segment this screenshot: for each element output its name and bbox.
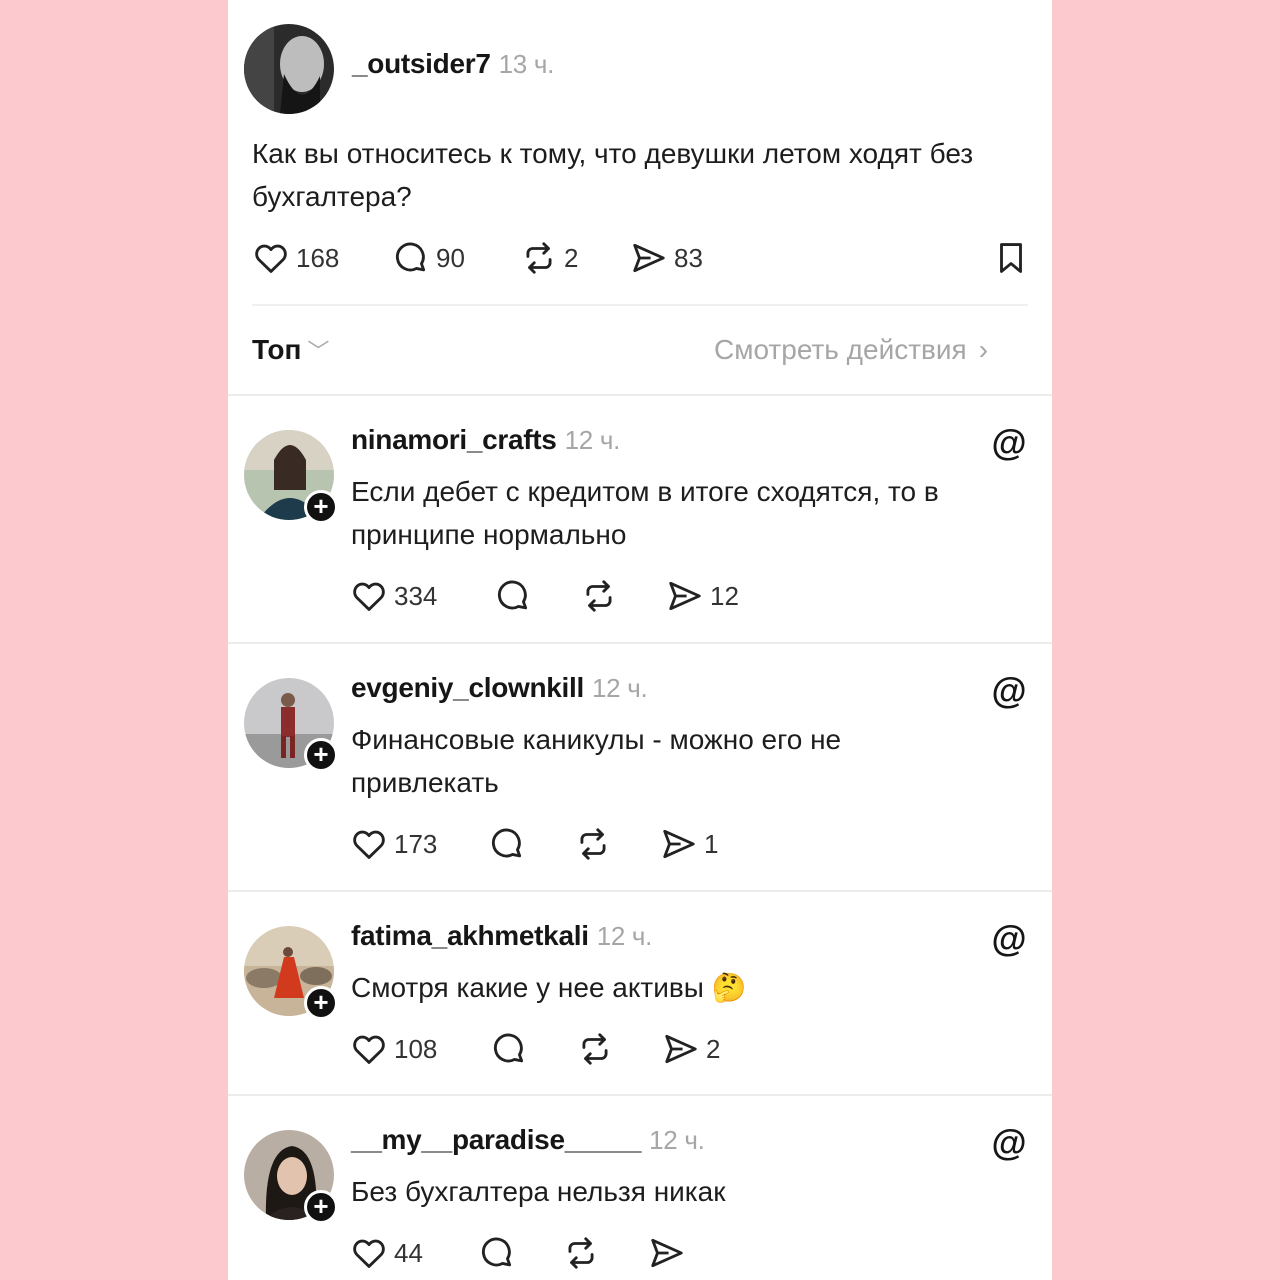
reply-divider [228, 890, 1052, 892]
comment-icon [493, 1033, 524, 1063]
comment-button[interactable] [488, 824, 526, 864]
repost-button[interactable] [576, 1029, 614, 1069]
share-icon [651, 1238, 683, 1268]
reply-actions: 173 1 [350, 824, 950, 864]
like-count: 108 [394, 1033, 438, 1064]
heart-icon [353, 1239, 385, 1268]
like-count: 44 [394, 1237, 423, 1268]
share-count: 1 [704, 828, 719, 859]
share-button[interactable]: 1 [660, 824, 718, 864]
heart-icon [353, 582, 385, 611]
repost-button[interactable]: 2 [520, 238, 578, 278]
reply-time: 12 ч. [564, 425, 621, 455]
section-divider [228, 394, 1052, 396]
repost-icon [568, 1237, 594, 1269]
reply-actions: 44 [350, 1233, 950, 1273]
sort-label: Топ [252, 334, 302, 365]
username-text[interactable]: __my__paradise_____ [351, 1124, 641, 1155]
heart-icon [353, 1035, 385, 1064]
reply-divider [228, 1094, 1052, 1096]
repost-icon [526, 242, 552, 274]
like-button[interactable]: 44 [350, 1233, 423, 1273]
username-text[interactable]: evgeniy_clownkill [351, 672, 584, 703]
repost-icon [586, 580, 612, 612]
threads-icon[interactable]: @ [990, 920, 1028, 958]
heart-icon [255, 244, 287, 273]
reply-actions: 334 12 [350, 576, 950, 616]
avatar-outsider7[interactable] [244, 24, 334, 114]
comment-icon [497, 580, 528, 610]
like-button[interactable]: 108 [350, 1029, 437, 1069]
reply-text: Без бухгалтера нельзя никак [351, 1176, 726, 1207]
username-text[interactable]: fatima_akhmetkali [351, 920, 589, 951]
bookmark-icon [1000, 243, 1022, 273]
like-count: 168 [296, 242, 340, 273]
repost-button[interactable] [580, 576, 618, 616]
threads-icon[interactable]: @ [990, 672, 1028, 710]
thread-panel: _outsider7 13 ч. Как вы относитесь к тому… [228, 0, 1052, 1280]
share-count: 2 [706, 1033, 721, 1064]
threads-icon[interactable]: @ [990, 424, 1028, 462]
reply-actions: 108 2 [350, 1029, 950, 1069]
comment-button[interactable] [478, 1233, 516, 1273]
share-icon [665, 1034, 697, 1064]
repost-icon [580, 828, 606, 860]
comment-button[interactable] [490, 1029, 528, 1069]
repost-icon [582, 1033, 608, 1065]
view-activity-label: Смотреть действия [714, 334, 967, 365]
reply-text: Смотря какие у нее активы 🤔 [351, 972, 747, 1003]
comment-button[interactable] [494, 576, 532, 616]
share-count: 12 [710, 580, 739, 611]
reply-divider [228, 642, 1052, 644]
sort-dropdown[interactable]: Топ ﹀ [252, 334, 329, 366]
chevron-right-icon: › [978, 334, 989, 365]
follow-plus-icon[interactable]: + [304, 986, 338, 1020]
repost-button[interactable] [562, 1233, 600, 1273]
like-count: 173 [394, 828, 438, 859]
bookmark-button[interactable] [992, 238, 1030, 278]
share-button[interactable]: 83 [630, 238, 703, 278]
comment-icon [481, 1237, 512, 1267]
share-button[interactable] [648, 1233, 692, 1273]
reply-text: Финансовые каникулы - можно его не привл… [351, 724, 842, 798]
reply-username[interactable]: __my__paradise_____ 12 ч. [351, 1124, 705, 1156]
username-text[interactable]: ninamori_crafts [351, 424, 557, 455]
like-button[interactable]: 334 [350, 576, 437, 616]
reply-username[interactable]: evgeniy_clownkill 12 ч. [351, 672, 648, 704]
comment-icon [491, 828, 522, 858]
share-icon [669, 581, 701, 611]
share-icon [663, 829, 695, 859]
follow-plus-icon[interactable]: + [304, 490, 338, 524]
reply-time: 12 ч. [649, 1125, 705, 1155]
reply-username[interactable]: ninamori_crafts 12 ч. [351, 424, 620, 456]
view-activity-link[interactable]: Смотреть действия › [714, 334, 988, 366]
like-button[interactable]: 168 [252, 238, 339, 278]
reply-time: 12 ч. [596, 921, 653, 951]
username-text[interactable]: _outsider7 [352, 48, 491, 79]
repost-count: 2 [564, 242, 579, 273]
comment-count: 90 [436, 242, 465, 273]
post-username[interactable]: _outsider7 13 ч. [352, 48, 554, 80]
share-button[interactable]: 12 [666, 576, 739, 616]
share-button[interactable]: 2 [662, 1029, 720, 1069]
like-button[interactable]: 173 [350, 824, 437, 864]
comment-button[interactable]: 90 [392, 238, 465, 278]
reply-text: Если дебет с кредитом в итоге сходятся, … [351, 476, 939, 550]
comment-icon [395, 242, 426, 272]
reply-username[interactable]: fatima_akhmetkali 12 ч. [351, 920, 652, 952]
post-time: 13 ч. [498, 49, 555, 79]
post-text: Как вы относитесь к тому, что девушки ле… [252, 138, 974, 212]
share-count: 83 [674, 242, 703, 273]
share-icon [633, 243, 665, 273]
reply-time: 12 ч. [592, 673, 648, 703]
follow-plus-icon[interactable]: + [304, 1190, 338, 1224]
like-count: 334 [394, 580, 438, 611]
threads-icon[interactable]: @ [990, 1124, 1028, 1162]
chevron-down-icon: ﹀ [307, 339, 330, 364]
post-divider [252, 304, 1028, 306]
post-actions: 168 90 2 83 [252, 238, 1032, 278]
follow-plus-icon[interactable]: + [304, 738, 338, 772]
repost-button[interactable] [574, 824, 612, 864]
heart-icon [353, 830, 385, 859]
